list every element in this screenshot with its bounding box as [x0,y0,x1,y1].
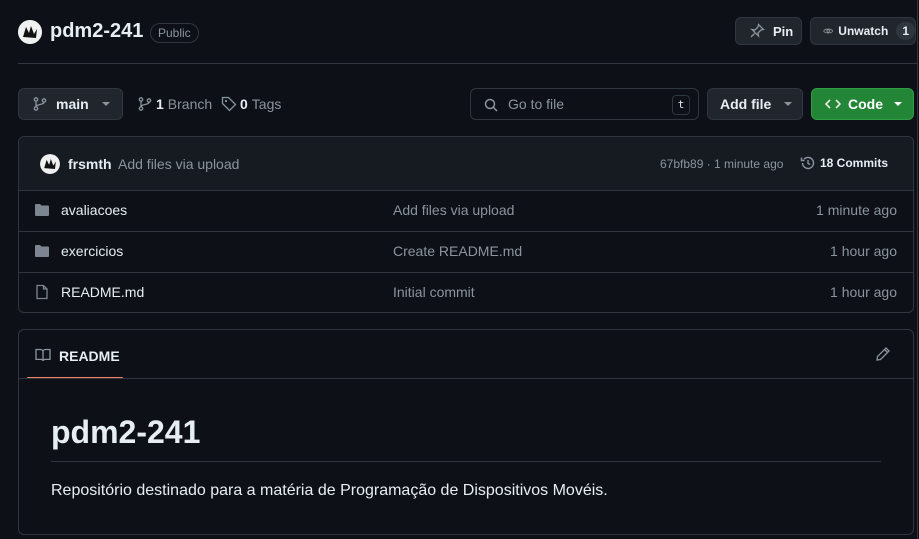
unwatch-label: Unwatch [838,24,889,38]
repo-name[interactable]: pdm2-241 [50,20,143,43]
file-row-avaliacoes[interactable]: avaliacoes Add files via upload 1 minute… [19,190,913,230]
folder-icon [35,245,49,257]
pin-label: Pin [773,23,794,39]
search-icon [484,98,498,112]
commit-author-avatar[interactable] [40,154,60,174]
watch-count: 1 [896,22,915,40]
branch-selector[interactable]: main [18,88,123,120]
tag-count-label: Tags [251,96,282,112]
code-icon [825,99,841,109]
file-icon [36,284,48,300]
pin-button[interactable]: Pin [735,17,802,45]
file-commit-message[interactable]: Initial commit [393,284,475,300]
readme-header-divider [19,378,913,379]
branch-count-label: Branch [167,96,213,112]
tags-link[interactable]: 0 Tags [221,96,281,112]
avatar-icon [40,154,60,174]
file-row-readme[interactable]: README.md Initial commit 1 hour ago [19,272,913,312]
branch-icon [138,97,152,111]
avatar-icon [18,20,42,44]
commits-link[interactable]: 18 Commits [800,155,888,171]
add-file-button[interactable]: Add file [707,88,803,120]
readme-heading-divider [51,461,881,462]
pin-icon [750,23,765,38]
file-name[interactable]: avaliacoes [61,202,127,218]
go-to-file-placeholder: Go to file [508,96,565,112]
code-button[interactable]: Code [811,88,914,120]
code-label: Code [848,96,883,112]
shortcut-key: t [672,95,690,115]
chevron-down-icon [784,102,793,106]
readme-panel: README pdm2-241 Repositório destinado pa… [18,329,914,535]
readme-heading: pdm2-241 [51,414,201,450]
header-divider [18,63,917,64]
tag-count: 0 [240,96,248,112]
readme-description: Repositório destinado para a matéria de … [51,482,608,499]
file-commit-time: 1 minute ago [816,202,897,218]
commit-author[interactable]: frsmth [68,156,112,172]
file-row-exercicios[interactable]: exercicios Create README.md 1 hour ago [19,231,913,271]
commit-hash-time[interactable]: 67bfb89 · 1 minute ago [660,157,783,171]
branch-count: 1 [156,96,164,112]
unwatch-button[interactable]: Unwatch 1 [810,17,916,45]
edit-readme-button[interactable] [875,346,891,362]
book-icon [35,348,51,362]
right-edge-divider [917,0,918,539]
pencil-icon [876,347,890,361]
file-commit-message[interactable]: Add files via upload [393,202,514,218]
file-commit-time: 1 hour ago [830,243,897,259]
chevron-down-icon [894,102,902,106]
file-commit-message[interactable]: Create README.md [393,243,522,259]
readme-tab-label: README [59,348,120,364]
folder-icon [35,204,49,216]
add-file-label: Add file [720,96,772,112]
branches-link[interactable]: 1 Branch [137,96,212,112]
go-to-file-input[interactable]: Go to file t [470,88,699,120]
branch-icon [33,97,47,111]
repo-avatar[interactable] [18,20,42,44]
file-commit-time: 1 hour ago [830,284,897,300]
file-name[interactable]: README.md [61,284,144,300]
history-icon [800,156,815,170]
commits-count: 18 Commits [820,156,889,170]
branch-name: main [56,96,89,112]
latest-commit-bar: frsmth Add files via upload 67bfb89 · 1 … [19,137,913,190]
chevron-down-icon [101,102,110,106]
commit-message[interactable]: Add files via upload [118,156,239,172]
visibility-badge: Public [150,23,199,43]
readme-tab[interactable]: README [27,330,123,379]
file-name[interactable]: exercicios [61,243,123,259]
eye-icon [823,28,834,34]
tag-icon [221,96,237,112]
